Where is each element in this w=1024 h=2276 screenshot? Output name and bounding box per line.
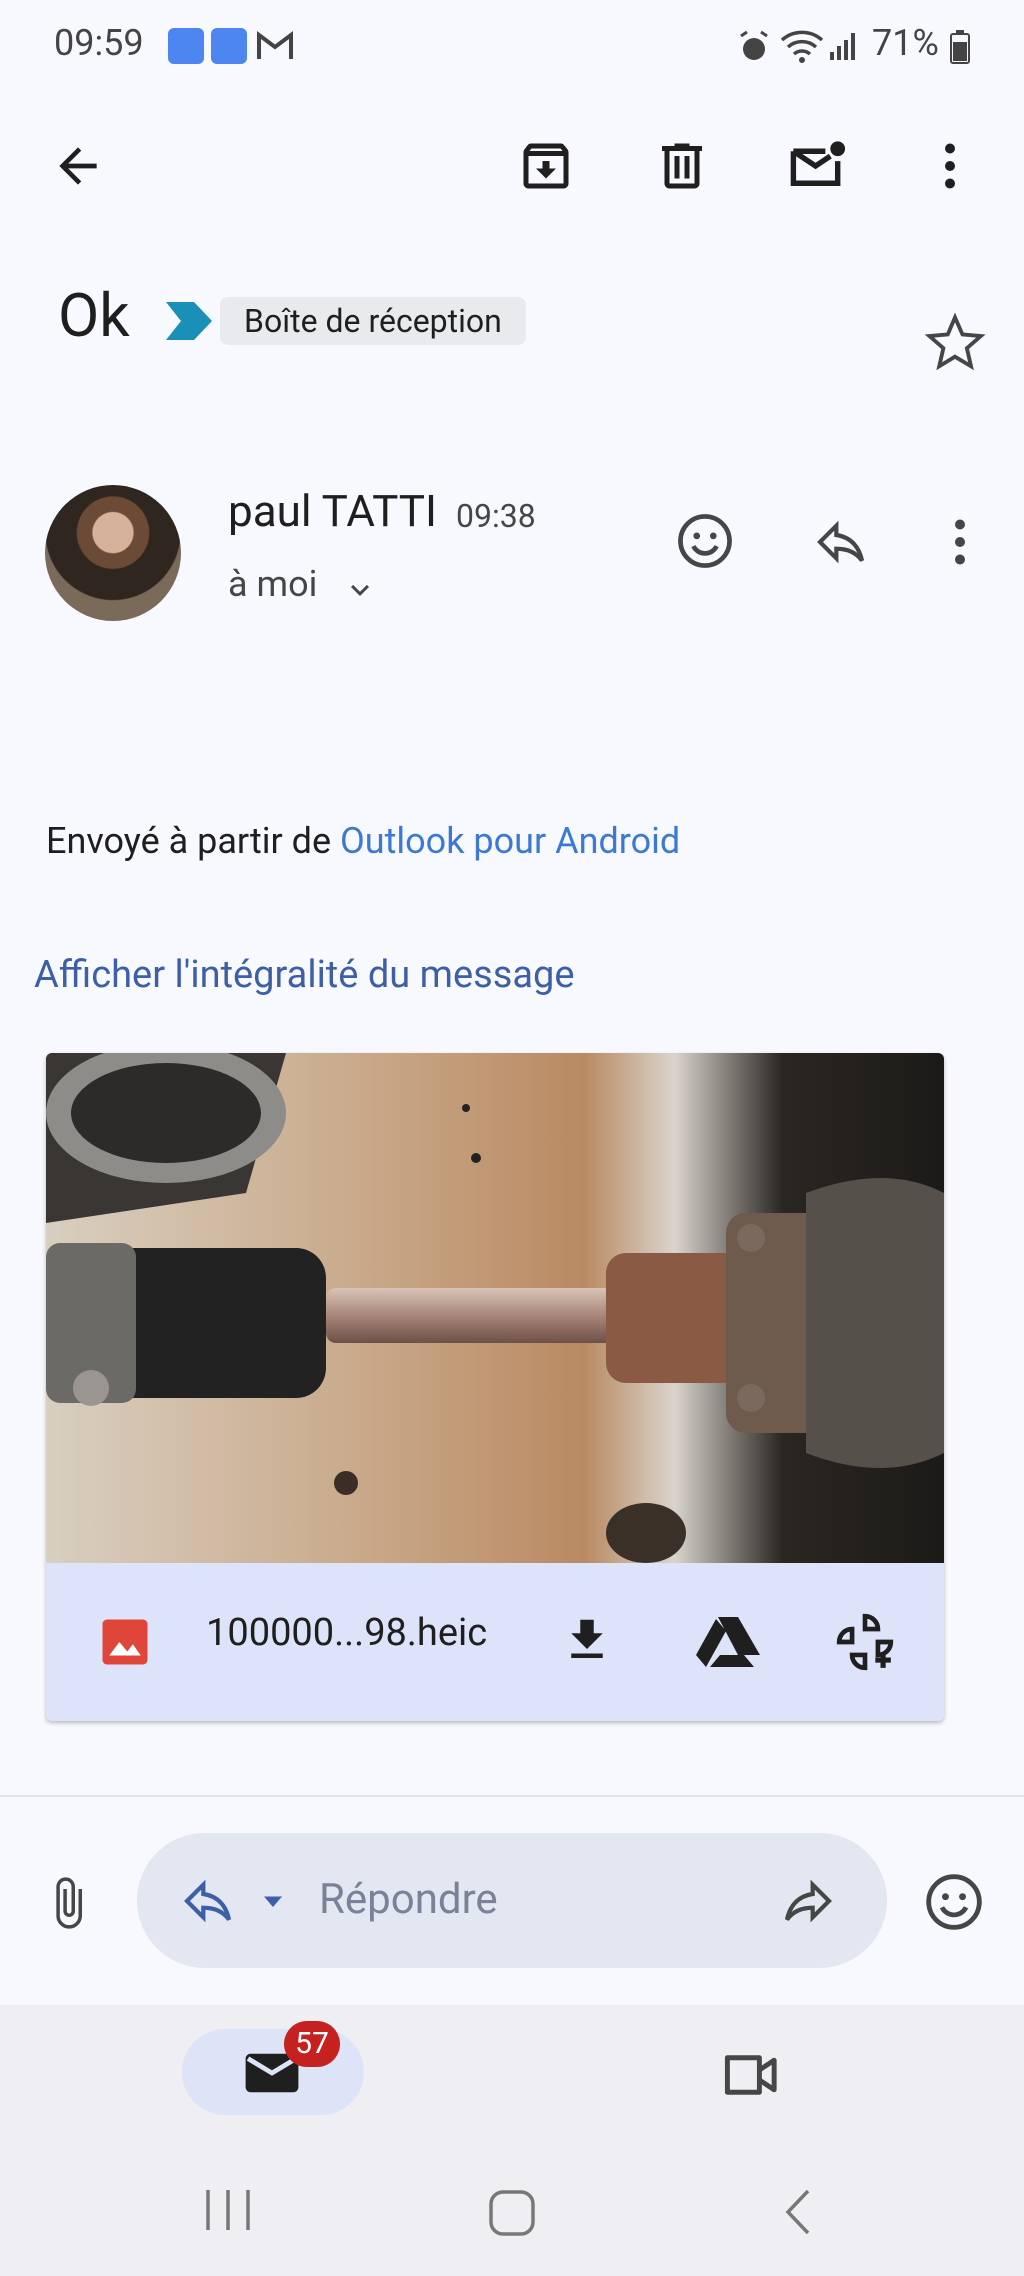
- status-time: 09:59: [54, 22, 144, 64]
- avatar[interactable]: [45, 485, 181, 621]
- system-back-icon[interactable]: [778, 2187, 818, 2237]
- battery-icon: [950, 30, 970, 64]
- reply-field[interactable]: Répondre: [137, 1833, 887, 1968]
- drive-icon[interactable]: [696, 1615, 760, 1669]
- message-body: Envoyé à partir de Outlook pour Android: [46, 820, 680, 862]
- gmail-icon: [256, 30, 294, 62]
- reply-icon[interactable]: [177, 1873, 239, 1929]
- notification-icon: [168, 28, 204, 64]
- attachment-card[interactable]: 100000...98.heic: [46, 1053, 944, 1721]
- attachment-preview-image[interactable]: [46, 1053, 944, 1563]
- inbox-label-chip[interactable]: Boîte de réception: [220, 297, 526, 345]
- image-file-icon: [98, 1615, 152, 1669]
- emoji-icon[interactable]: [922, 1870, 986, 1934]
- add-to-photos-icon[interactable]: [832, 1611, 898, 1673]
- important-marker-icon[interactable]: [164, 300, 214, 342]
- attach-file-icon[interactable]: [40, 1872, 96, 1934]
- notification-icon: [211, 28, 247, 64]
- message-time: 09:38: [456, 497, 536, 535]
- archive-icon[interactable]: [516, 136, 576, 196]
- unread-count-badge: 57: [284, 2021, 340, 2067]
- email-subject: Ok: [58, 280, 130, 351]
- reply-icon[interactable]: [810, 514, 872, 570]
- recipient-text[interactable]: à moi: [228, 563, 317, 605]
- status-bar: 09:59 71%: [0, 0, 1024, 95]
- alarm-icon: [738, 30, 770, 64]
- recent-apps-icon[interactable]: [200, 2185, 256, 2235]
- meet-video-icon[interactable]: [720, 2049, 784, 2101]
- divider: [0, 1795, 1024, 1797]
- battery-percent: 71%: [872, 22, 939, 64]
- show-full-message-link[interactable]: Afficher l'intégralité du message: [34, 953, 574, 997]
- signal-icon: [828, 30, 860, 62]
- sender-name[interactable]: paul TATTI: [228, 485, 437, 537]
- delete-icon[interactable]: [652, 136, 712, 196]
- top-app-bar: [0, 110, 1024, 230]
- more-vert-icon[interactable]: [920, 136, 980, 196]
- wifi-icon: [780, 28, 824, 64]
- reply-placeholder[interactable]: Répondre: [319, 1875, 498, 1924]
- star-icon[interactable]: [924, 312, 986, 374]
- bottom-navigation: 57: [0, 2005, 1024, 2276]
- outlook-link[interactable]: Outlook pour Android: [340, 820, 680, 862]
- body-prefix: Envoyé à partir de: [46, 820, 340, 862]
- forward-icon[interactable]: [777, 1873, 839, 1929]
- back-arrow-icon[interactable]: [50, 138, 106, 194]
- message-more-icon[interactable]: [930, 512, 990, 572]
- attachment-action-bar: 100000...98.heic: [46, 1563, 944, 1721]
- chevron-down-icon[interactable]: [342, 572, 378, 608]
- home-icon[interactable]: [486, 2187, 538, 2239]
- download-icon[interactable]: [560, 1611, 614, 1669]
- mark-unread-icon[interactable]: [786, 136, 850, 196]
- attachment-file-name[interactable]: 100000...98.heic: [206, 1611, 487, 1655]
- emoji-reaction-icon[interactable]: [674, 510, 736, 572]
- reply-options-dropdown-icon[interactable]: [255, 1883, 291, 1919]
